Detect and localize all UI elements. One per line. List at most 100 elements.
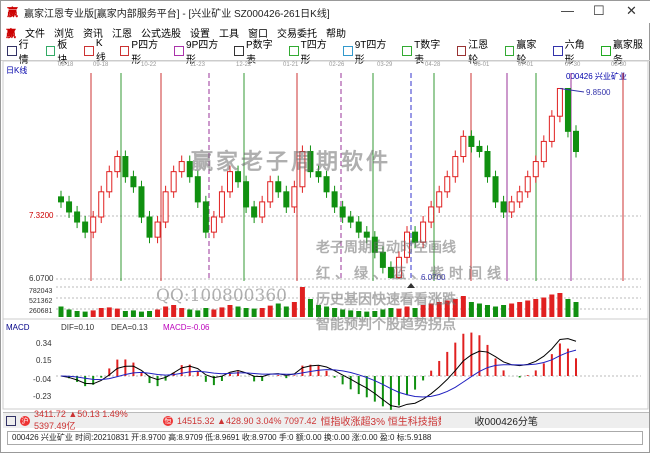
candle [178,161,185,173]
candle [548,115,555,142]
candle [436,191,443,208]
volume-bar [66,309,72,317]
sh-index-icon: 沪 [20,415,30,426]
volume-bar [74,311,80,317]
volume-bar [138,311,144,317]
candle [243,181,250,208]
watermark-qq: QQ:100800360 [156,286,287,306]
candle [556,87,563,117]
candle [500,201,507,213]
watermark-title: 赢家老子周期软件 [191,149,392,175]
candle [82,221,89,233]
macd-axis-label: 0.15 [36,356,52,365]
tick-detail-link[interactable]: 收000426分笔 [475,413,538,428]
volume-bar [557,293,563,317]
volume-bar [565,299,571,317]
macd-axis-label: -0.04 [33,375,52,384]
candle [476,145,483,152]
high-marker-line [559,87,585,93]
volume-bar [259,308,265,317]
candle [323,176,330,193]
candle [291,186,298,208]
volume-bar [114,308,120,317]
candle [468,135,475,147]
candle [484,150,491,178]
price-label-low: 6.0700 [29,274,54,283]
volume-bar [98,308,104,317]
candle [508,201,515,213]
candle [74,211,81,223]
candle [202,201,209,233]
hs-index-icon: 恒 [163,415,173,426]
volume-bar [163,306,169,317]
hs-index-text: 14515.32 ▲428.90 3.04% 7097.42 [177,415,317,426]
volume-bar [106,307,112,317]
macd-axis-label: 0.34 [36,339,52,348]
candle [275,181,282,193]
volume-bar [573,302,579,317]
volume-bar [484,305,490,317]
candle [162,191,169,223]
candle [251,206,258,218]
candle [339,206,346,218]
volume-label-3: 260681 [29,308,53,315]
candle [428,206,435,223]
high-marker: 9.8500 [586,88,611,97]
candle [218,191,225,218]
quote-icon[interactable] [6,415,16,426]
macd-value: MACD=-0.06 [163,323,210,332]
candle [283,191,290,208]
volume-bar [533,299,539,317]
candle [573,130,579,152]
candle [58,196,64,203]
chart-canvas[interactable] [1,1,650,411]
volume-bar [283,306,289,317]
market-ticker-bar: 沪 3411.72 ▲50.13 1.49% 5397.49亿 恒 14515.… [3,409,649,431]
candle [460,135,467,158]
watermark-line: 红、绿、蓝、紫时间线 [316,266,506,282]
candle [492,176,499,203]
volume-bar [171,305,177,317]
volume-label-2: 521362 [29,298,53,305]
candle [130,176,137,188]
volume-bar [203,308,209,317]
news-ticker[interactable]: 恒指收涨超3% 恒生科技指数大涨8% [321,413,441,428]
volume-bar [251,308,257,317]
candle [540,140,547,163]
macd-dea: DEA=0.13 [111,323,148,332]
volume-bar [227,305,233,317]
macd-dif: DIF=0.10 [61,323,95,332]
volume-bar [195,310,201,317]
volume-bar [517,302,523,317]
candle [347,216,354,223]
macd-title: MACD [6,323,30,332]
candle [122,156,129,178]
candle [210,216,217,233]
candle [114,156,121,173]
volume-bar [291,302,297,317]
volume-bar [155,309,161,317]
volume-bar [187,309,193,317]
volume-label-1: 782043 [29,288,53,295]
candle [516,191,523,203]
volume-bar [541,297,547,317]
watermark-line: 老子周期自动时空画线 [316,240,456,256]
candle [532,161,539,178]
candle [90,216,97,233]
candle [98,191,105,218]
volume-bar [267,305,273,317]
volume-bar [501,305,507,317]
volume-bar [130,310,136,317]
volume-bar [147,311,153,317]
volume-bar [82,311,88,317]
candle [444,176,451,193]
price-label-high: 7.3200 [29,211,54,220]
volume-bar [307,299,313,317]
candle [267,181,274,203]
candle [106,171,113,193]
volume-bar [476,303,482,317]
candle [170,171,177,193]
volume-bar [122,311,128,317]
volume-bar [90,310,96,317]
volume-bar [299,287,305,317]
